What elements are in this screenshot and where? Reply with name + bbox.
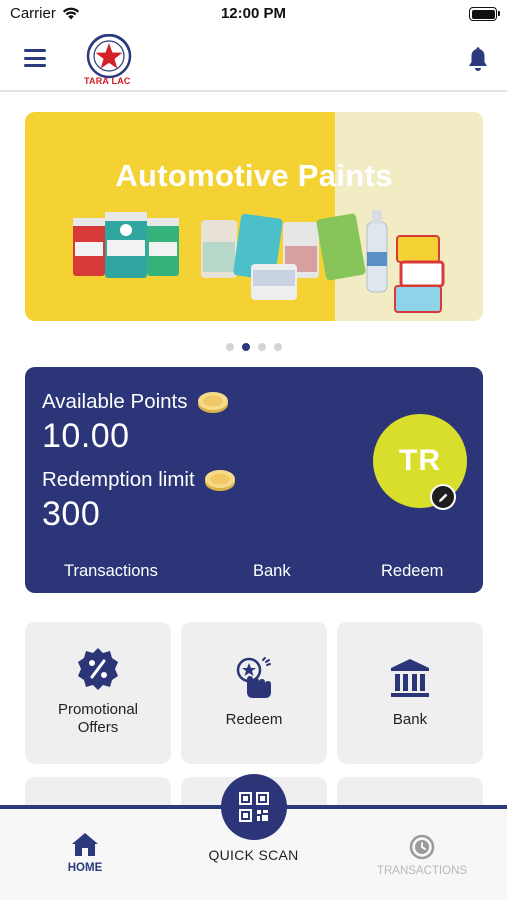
available-points-row: Available Points (42, 389, 230, 415)
redeem-hand-icon (236, 657, 271, 698)
quick-scan-label: QUICK SCAN (208, 847, 299, 863)
promotional-offers-tile[interactable]: Promotional Offers (25, 622, 171, 764)
transactions-link[interactable]: Transactions (64, 562, 158, 581)
points-card-links: Transactions Bank Redeem (25, 562, 483, 584)
qr-code-icon (239, 792, 269, 822)
tile-label: Redeem (225, 711, 283, 728)
points-card: Available Points 10.00 Redemption limit … (25, 367, 483, 593)
carousel-dot[interactable] (273, 343, 282, 351)
percent-badge-icon (78, 648, 118, 690)
bank-link[interactable]: Bank (253, 562, 291, 581)
bell-icon[interactable] (467, 47, 489, 73)
redemption-limit-row: Redemption limit (42, 467, 237, 493)
carousel-dot[interactable] (257, 343, 266, 351)
available-points-label: Available Points (42, 390, 188, 413)
nav-home-label: HOME (67, 862, 103, 874)
promo-banner[interactable]: Automotive Paints (25, 112, 483, 321)
status-time: 12:00 PM (220, 5, 287, 22)
logo-wordmark: TARA LAC (84, 76, 131, 86)
status-bar: Carrier 12:00 PM (0, 0, 507, 28)
coin-icon (197, 392, 228, 413)
bank-icon (391, 659, 429, 697)
tile-label: Bank (392, 711, 428, 728)
nav-transactions-label: TRANSACTIONS (376, 865, 468, 877)
quick-scan-button[interactable] (221, 774, 287, 840)
redeem-link[interactable]: Redeem (381, 562, 443, 581)
redemption-limit-label: Redemption limit (42, 468, 195, 491)
bank-tile[interactable]: Bank (337, 622, 483, 764)
paint-cans-image (73, 210, 445, 313)
available-points-value: 10.00 (42, 417, 130, 455)
carousel-dot[interactable] (241, 343, 250, 351)
pencil-icon (438, 493, 447, 502)
battery-icon (469, 7, 500, 21)
tile-label: Promotional Offers (57, 701, 139, 736)
carousel-dots (0, 343, 507, 351)
app-screen: Carrier 12:00 PM TARA LAC Automotive Pai… (0, 0, 507, 900)
carousel-dot[interactable] (225, 343, 234, 351)
edit-profile-button[interactable] (430, 484, 456, 510)
hamburger-menu-icon[interactable] (24, 49, 46, 67)
app-header: TARA LAC (0, 30, 507, 92)
redeem-tile[interactable]: Redeem (181, 622, 327, 764)
coin-icon (204, 470, 235, 491)
redemption-limit-value: 300 (42, 495, 101, 533)
banner-title: Automotive Paints (115, 158, 393, 193)
